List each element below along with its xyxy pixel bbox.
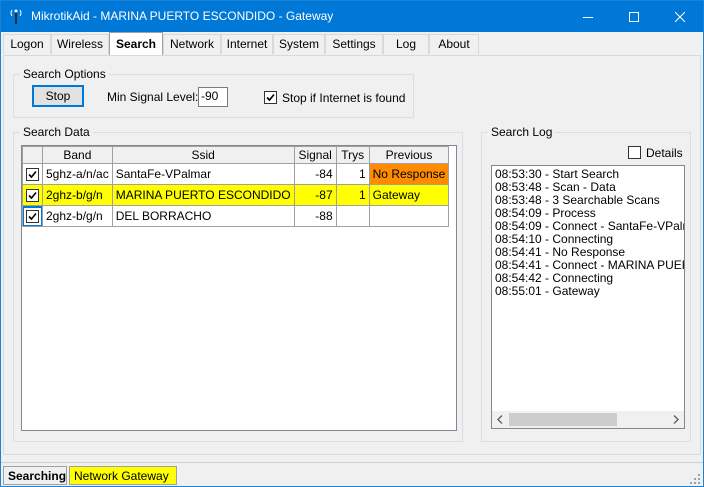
minimize-icon	[583, 16, 593, 18]
tab-search[interactable]: Search	[109, 32, 163, 55]
band-cell: 2ghz-b/g/n	[42, 205, 113, 227]
table-header-row: Band Ssid Signal Trys Previous	[22, 146, 450, 164]
stop-button[interactable]: Stop	[32, 85, 84, 107]
ssid-cell: DEL BORRACHO	[111, 205, 295, 227]
table-row[interactable]: 5ghz-a/n/ac SantaFe-VPalmar -84 1 No Res…	[22, 163, 450, 185]
status-network-gateway: Network Gateway	[69, 466, 177, 485]
checkmark-icon	[28, 192, 37, 200]
column-header-previous[interactable]: Previous	[368, 146, 450, 164]
row-checkbox[interactable]	[26, 168, 39, 182]
resize-grip-icon[interactable]	[689, 473, 701, 485]
tab-internet[interactable]: Internet	[221, 34, 273, 54]
details-checkbox[interactable]	[628, 146, 641, 159]
ssid-cell: SantaFe-VPalmar	[111, 163, 295, 185]
table-row[interactable]: 2ghz-b/g/n MARINA PUERTO ESCONDIDO -87 1…	[22, 184, 450, 206]
signal-cell: -84	[293, 163, 337, 185]
scrollbar-thumb[interactable]	[509, 413, 617, 426]
column-header-signal[interactable]: Signal	[293, 146, 337, 164]
close-icon	[675, 11, 685, 22]
title-bar[interactable]: MikrotikAid - MARINA PUERTO ESCONDIDO - …	[1, 1, 703, 32]
min-signal-label: Min Signal Level:	[107, 90, 199, 104]
chevron-left-icon[interactable]	[497, 415, 503, 424]
band-cell: 2ghz-b/g/n	[42, 184, 113, 206]
checkmark-icon	[28, 171, 37, 179]
previous-cell: No Response	[368, 163, 450, 185]
band-cell: 5ghz-a/n/ac	[42, 163, 113, 185]
search-data-table: Band Ssid Signal Trys Previous 5ghz-a/n/…	[22, 146, 450, 227]
tab-system[interactable]: System	[273, 34, 325, 54]
row-check-cell[interactable]	[22, 163, 43, 185]
checkmark-icon	[28, 213, 37, 221]
previous-cell	[368, 205, 450, 227]
tab-logon[interactable]: Logon	[3, 34, 51, 54]
row-check-cell[interactable]	[22, 184, 43, 206]
log-line: 08:55:01 - Gateway	[495, 284, 600, 298]
column-header-ssid[interactable]: Ssid	[111, 146, 295, 164]
tab-log[interactable]: Log	[383, 34, 429, 54]
previous-cell: Gateway	[368, 184, 450, 206]
trys-cell: 1	[335, 184, 370, 206]
window-title: MikrotikAid - MARINA PUERTO ESCONDIDO - …	[31, 9, 334, 23]
checkmark-icon	[266, 93, 275, 102]
tab-network[interactable]: Network	[163, 34, 221, 54]
column-header-check[interactable]	[22, 146, 43, 164]
ssid-cell: MARINA PUERTO ESCONDIDO	[111, 184, 295, 206]
minimize-button[interactable]	[565, 1, 611, 32]
chevron-right-icon[interactable]	[673, 415, 679, 424]
status-state: Searching	[3, 466, 67, 485]
details-label: Details	[646, 146, 683, 160]
tab-strip: Logon Wireless Search Network Internet S…	[1, 32, 703, 56]
row-checkbox[interactable]	[26, 189, 39, 203]
antenna-icon	[10, 9, 22, 24]
column-header-trys[interactable]: Trys	[335, 146, 370, 164]
trys-cell	[335, 205, 370, 227]
row-check-cell[interactable]	[22, 205, 43, 227]
tab-settings[interactable]: Settings	[325, 34, 383, 54]
search-data-grid[interactable]: Band Ssid Signal Trys Previous 5ghz-a/n/…	[21, 145, 457, 431]
search-log-list[interactable]: 08:53:30 - Start Search 08:53:48 - Scan …	[491, 165, 685, 429]
tab-wireless[interactable]: Wireless	[51, 34, 109, 54]
search-options-legend: Search Options	[20, 67, 109, 81]
log-horizontal-scrollbar[interactable]	[492, 411, 684, 428]
signal-cell: -88	[293, 205, 337, 227]
stop-if-internet-label: Stop if Internet is found	[282, 91, 406, 105]
maximize-button[interactable]	[611, 1, 657, 32]
trys-cell: 1	[335, 163, 370, 185]
min-signal-input[interactable]: -90	[198, 87, 228, 107]
table-row[interactable]: 2ghz-b/g/n DEL BORRACHO -88	[22, 205, 450, 227]
app-window: MikrotikAid - MARINA PUERTO ESCONDIDO - …	[0, 0, 704, 487]
signal-cell: -87	[293, 184, 337, 206]
maximize-icon	[629, 11, 639, 22]
stop-if-internet-checkbox[interactable]	[264, 91, 277, 104]
column-header-band[interactable]: Band	[42, 146, 113, 164]
search-data-legend: Search Data	[20, 125, 93, 139]
search-log-legend: Search Log	[488, 125, 556, 139]
status-bar: Searching Network Gateway	[1, 462, 703, 486]
close-button[interactable]	[657, 1, 703, 32]
tab-about[interactable]: About	[429, 34, 479, 54]
row-checkbox[interactable]	[23, 206, 42, 226]
